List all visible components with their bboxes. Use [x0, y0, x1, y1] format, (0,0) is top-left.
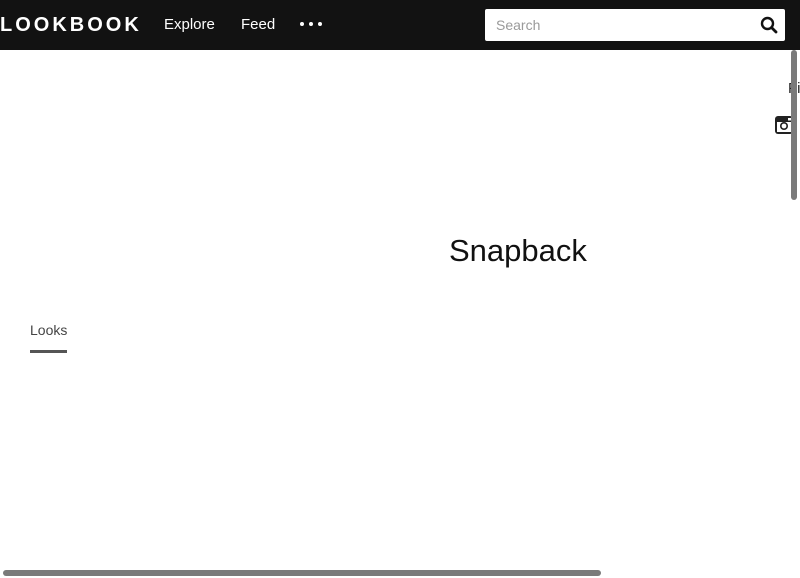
vertical-scrollbar[interactable] [791, 50, 797, 200]
more-dot [318, 22, 322, 26]
search-box [485, 9, 785, 41]
search-icon[interactable] [759, 15, 779, 35]
page-title: Snapback [449, 232, 587, 268]
more-horizontal-icon[interactable] [300, 22, 322, 28]
more-dot [309, 22, 313, 26]
tab-looks[interactable]: Looks [30, 321, 68, 353]
nav-feed-link[interactable]: Feed [241, 15, 275, 35]
nav-explore-link[interactable]: Explore [164, 15, 215, 35]
horizontal-scrollbar[interactable] [3, 570, 601, 576]
search-input[interactable] [485, 9, 745, 41]
more-dot [300, 22, 304, 26]
top-navigation-bar: LOOKBOOK Explore Feed [0, 0, 800, 50]
lookbook-logo[interactable]: LOOKBOOK [0, 12, 142, 38]
page: LOOKBOOK Explore Feed Fi [0, 0, 800, 578]
